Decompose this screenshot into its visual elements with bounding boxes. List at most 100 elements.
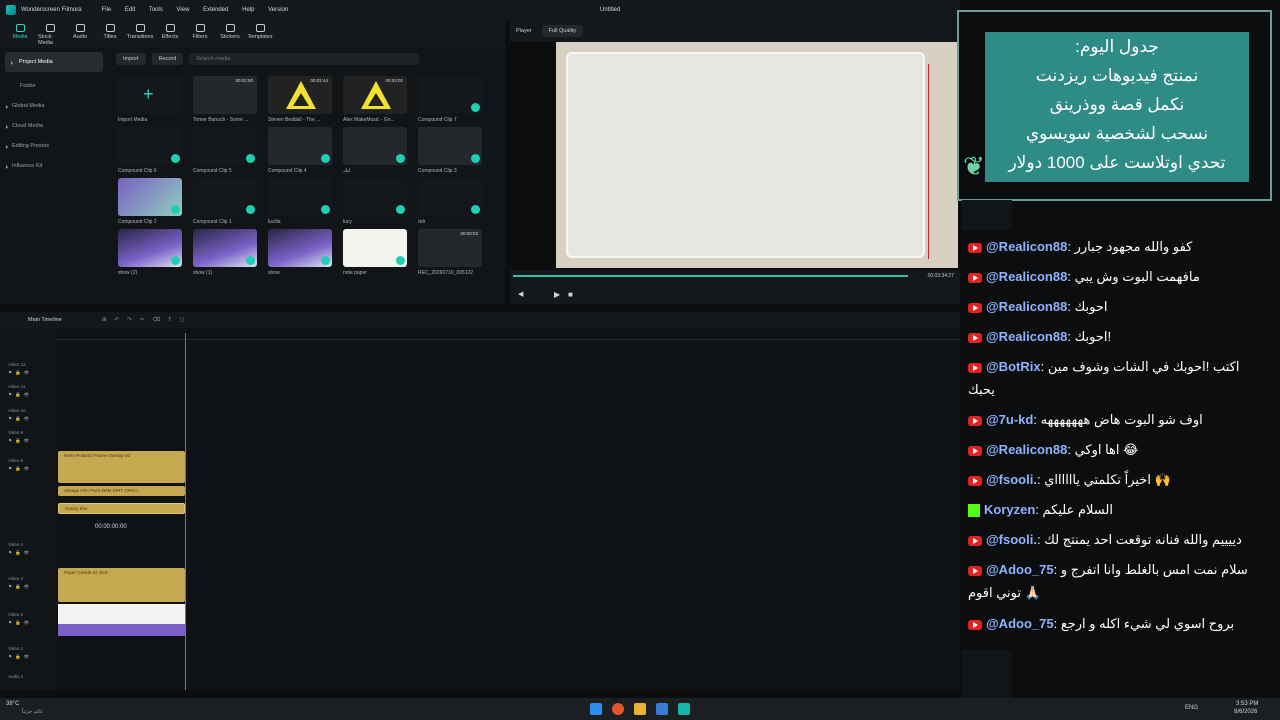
youtube-icon (968, 619, 982, 630)
schedule-box: جدول اليوم: نمنتج فيديوهات ريزدنت نكمل ق… (963, 32, 1249, 182)
player-label: Player (516, 28, 532, 34)
media-item[interactable]: Compound Clip 4 (268, 127, 332, 174)
tab-filters[interactable]: Filters (188, 20, 212, 48)
media-item[interactable]: 00:00:02 REC_20260710_005122 (418, 229, 482, 276)
add-icon: + (143, 84, 154, 104)
start-icon[interactable] (590, 703, 602, 715)
media-item[interactable]: show (2) (118, 229, 182, 276)
track-controls-icon[interactable]: ⚑🔒👁 (8, 654, 32, 660)
timeline-clip[interactable]: Grainy Blur (58, 503, 185, 514)
filmora-taskbar-icon[interactable] (678, 703, 690, 715)
check-icon (171, 205, 180, 214)
track-controls-icon[interactable]: ⚑🔒👁 (8, 466, 32, 472)
playback-progress-bar[interactable] (513, 275, 908, 277)
sidebar-item-project-media[interactable]: Project Media (5, 52, 103, 72)
youtube-icon (968, 535, 982, 546)
tab-stock-media[interactable]: Stock Media (38, 20, 62, 48)
clock-time[interactable]: 3:53 PM (1236, 701, 1258, 707)
menu-extended[interactable]: Extended (203, 7, 228, 13)
templates-icon (255, 24, 265, 32)
track-controls-icon[interactable]: ⚑🔒👁 (8, 370, 32, 376)
sidebar-item-editing-presets[interactable]: Editing Presets (0, 136, 108, 156)
media-item[interactable]: Compound Clip 2 (118, 178, 182, 225)
play-icon[interactable]: ▶ (554, 290, 560, 299)
tab-audio[interactable]: Audio (68, 20, 92, 48)
import-button[interactable]: Import (116, 53, 146, 65)
tab-titles[interactable]: Titles (98, 20, 122, 48)
menu-help[interactable]: Help (242, 7, 254, 13)
sidebar-item-folder[interactable]: Folder (0, 76, 108, 96)
search-input[interactable] (189, 53, 420, 65)
timeline-clip-paper[interactable] (58, 604, 185, 624)
media-item[interactable]: show (268, 229, 332, 276)
tab-transitions[interactable]: Transitions (127, 20, 153, 48)
media-item[interactable]: Compound Clip 5 (193, 127, 257, 174)
clock-date[interactable]: 8/6/2026 (1234, 709, 1257, 715)
transitions-icon (135, 24, 145, 32)
timeline-label[interactable]: Main Timeline (28, 317, 62, 323)
tab-templates[interactable]: Templates (247, 20, 273, 48)
schedule-line: جدول اليوم: (1075, 37, 1159, 56)
tab-stickers[interactable]: Stickers (218, 20, 242, 48)
media-item[interactable]: reb (418, 178, 482, 225)
media-item[interactable]: show (1) (193, 229, 257, 276)
media-item[interactable]: lucy (343, 178, 407, 225)
youtube-icon (968, 445, 982, 456)
media-item[interactable]: Compound Clip 7 (418, 76, 482, 123)
timeline-clip-video[interactable] (58, 624, 185, 636)
menu-edit[interactable]: Edit (125, 7, 135, 13)
track-controls-icon[interactable]: ⚑🔒👁 (8, 584, 32, 590)
menu-view[interactable]: View (177, 7, 190, 13)
tab-media[interactable]: Media (8, 20, 32, 48)
media-item[interactable]: lucilla (268, 178, 332, 225)
media-item[interactable]: 00:02:44 Steven Beddall - The ... (268, 76, 332, 123)
timeline-tools-icon[interactable]: ⊞↶↷✂⌫T◻ (102, 317, 192, 323)
filmora-logo-icon (6, 5, 16, 15)
schedule-line: تحدي اوتلاست على 1000 دولار (1008, 153, 1226, 172)
track-controls-icon[interactable]: ⚑🔒👁 (8, 438, 32, 444)
timeline-area[interactable]: Retro Polaroid Frame Overlay 02 Vintage … (55, 328, 960, 690)
timeline-ruler[interactable] (55, 328, 960, 340)
media-item[interactable]: 00:02:01 Alex MakeMusic - Go... (343, 76, 407, 123)
chat-message: @Realicon88: اها اوكي 😂 (968, 438, 1258, 461)
file-explorer-icon[interactable] (634, 703, 646, 715)
steam-icon[interactable] (656, 703, 668, 715)
stop-icon[interactable]: ■ (568, 290, 573, 299)
media-item[interactable]: ليك (343, 127, 407, 174)
media-item[interactable]: Compound Clip 3 (418, 127, 482, 174)
track-controls-icon[interactable]: ⚑🔒👁 (8, 416, 32, 422)
media-item[interactable]: note paper (343, 229, 407, 276)
schedule-line: نمنتج فيديوهات ريزدنت (1035, 66, 1199, 85)
chat-message: @BotRix: اكتب !احوبك في الشات وشوف مين ي… (968, 359, 1240, 397)
menu-file[interactable]: File (102, 7, 112, 13)
record-button[interactable]: Record (151, 53, 184, 65)
menu-version[interactable]: Version (268, 7, 288, 13)
timeline-clip[interactable]: Paper Crinkle 02 16:9 (58, 568, 185, 602)
previous-frame-icon[interactable]: ◀ (518, 290, 523, 298)
media-item[interactable]: 00:02:50 Tomer Banuch - Some ... (193, 76, 257, 123)
track-controls-icon[interactable]: ⚑🔒👁 (8, 550, 32, 556)
sidebar-item-cloud-media[interactable]: Cloud Media (0, 116, 108, 136)
media-sidebar: Project Media Folder Global Media Cloud … (0, 48, 108, 304)
timeline-clip[interactable]: Vintage Film Pack 8MM DIRT ORGA... (58, 486, 185, 496)
track-header: Audio 1 (8, 674, 24, 679)
weather-temp[interactable]: 38°C (6, 701, 19, 707)
timeline-clip[interactable]: Retro Polaroid Frame Overlay 02 (58, 451, 185, 483)
timeline-toolbar: Main Timeline ⊞↶↷✂⌫T◻ (0, 312, 960, 328)
menu-tools[interactable]: Tools (149, 7, 163, 13)
track-header: Video 12 ⚑🔒👁 (8, 362, 33, 376)
player-header: Player Full Quality (510, 20, 960, 42)
track-header: Video 9 ⚑🔒👁 (8, 430, 33, 444)
playhead[interactable] (185, 333, 186, 690)
tab-effects[interactable]: Effects (158, 20, 182, 48)
media-item[interactable]: Compound Clip 6 (118, 127, 182, 174)
sidebar-item-global-media[interactable]: Global Media (0, 96, 108, 116)
brave-browser-icon[interactable] (612, 703, 624, 715)
media-item[interactable]: Compound Clip 1 (193, 178, 257, 225)
track-controls-icon[interactable]: ⚑🔒👁 (8, 392, 32, 398)
sidebar-item-influence-kit[interactable]: Influence Kit (0, 156, 108, 176)
track-controls-icon[interactable]: ⚑🔒👁 (8, 620, 32, 626)
language-indicator[interactable]: ENG (1185, 705, 1198, 711)
media-item[interactable]: + Import Media (118, 76, 182, 123)
quality-select[interactable]: Full Quality (541, 25, 584, 37)
